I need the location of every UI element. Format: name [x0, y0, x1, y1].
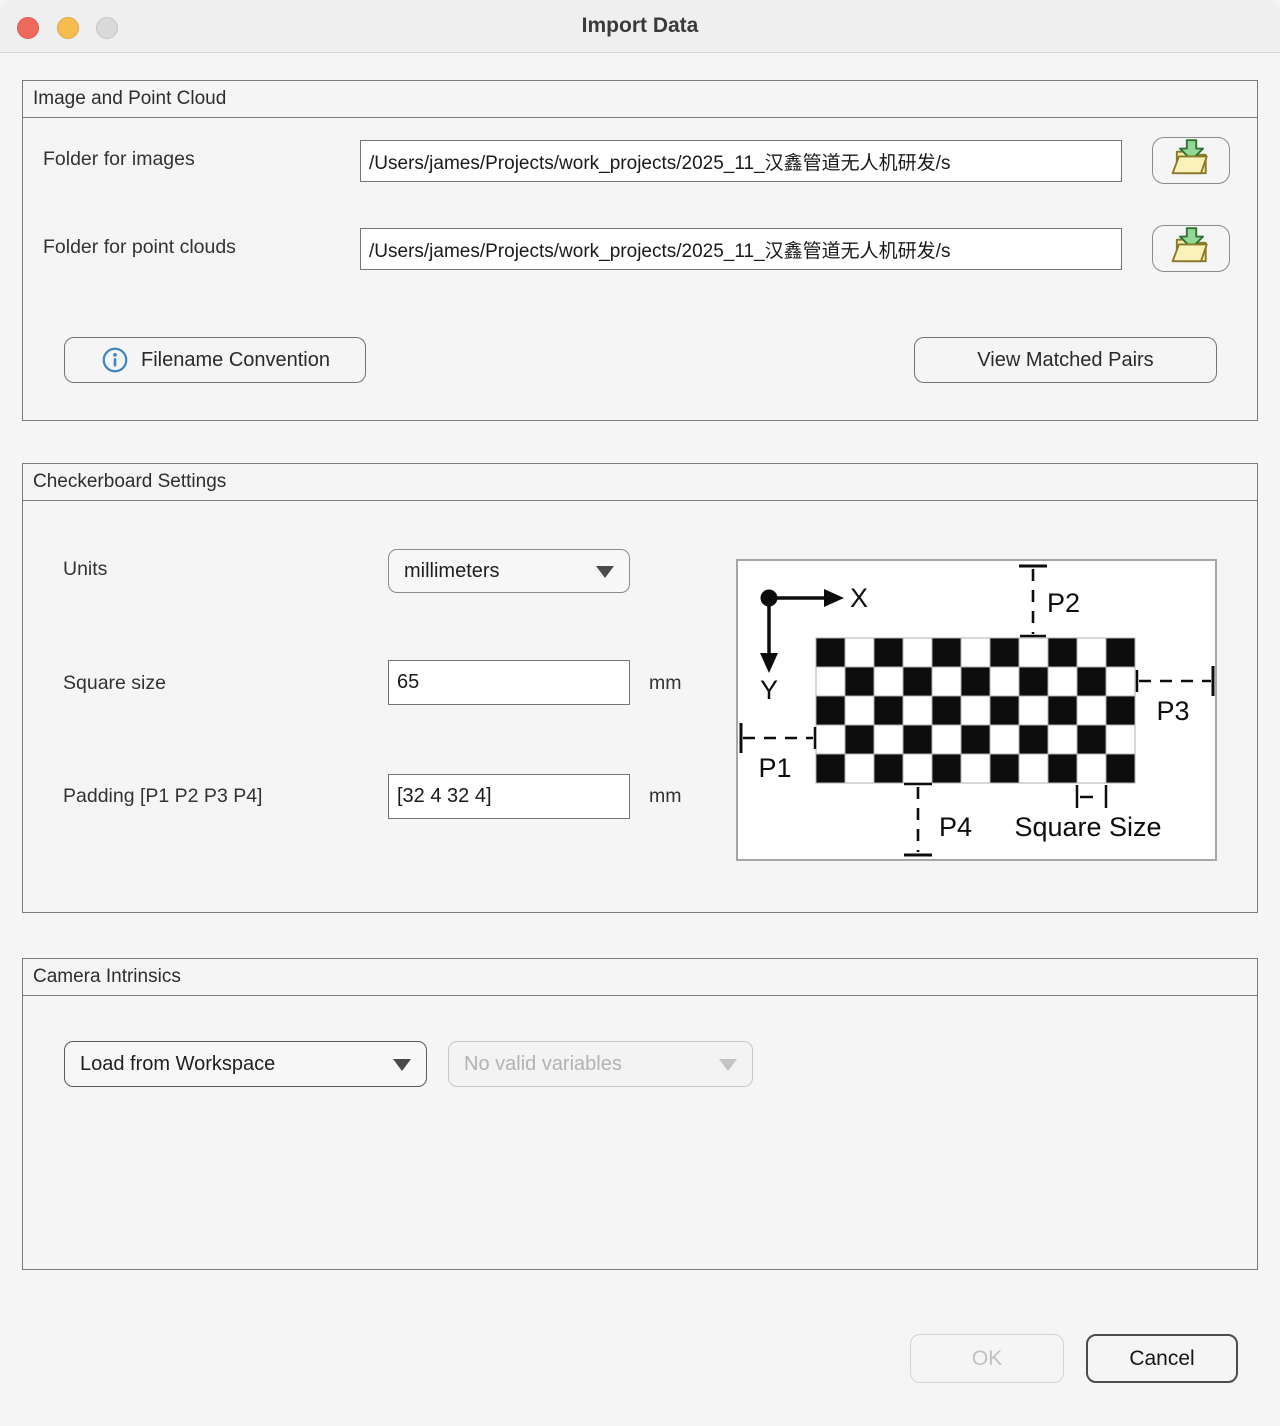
checkerboard-pattern: [816, 638, 1135, 783]
p4-label: P4: [939, 812, 972, 842]
intrinsics-source-dropdown[interactable]: Load from Workspace: [64, 1041, 427, 1087]
info-circle-icon: [100, 345, 130, 375]
units-dropdown[interactable]: millimeters: [388, 549, 630, 593]
cancel-button[interactable]: Cancel: [1086, 1334, 1238, 1383]
view-matched-pairs-button[interactable]: View Matched Pairs: [914, 337, 1217, 383]
intrinsics-source-selected-value: Load from Workspace: [80, 1053, 275, 1076]
square-size-diagram-label: Square Size: [1014, 812, 1161, 842]
group-title: Camera Intrinsics: [23, 959, 1257, 996]
group-image-and-point-cloud: Image and Point Cloud Folder for images …: [22, 80, 1258, 421]
window-title: Import Data: [0, 0, 1280, 52]
ok-button: OK: [910, 1334, 1064, 1383]
chevron-down-icon: [393, 1059, 411, 1071]
checkerboard-diagram: X Y P2 P3 P1 P4: [736, 559, 1217, 861]
chevron-down-icon: [719, 1059, 737, 1071]
folder-for-images-input[interactable]: [360, 140, 1122, 182]
open-folder-down-arrow-icon: [1170, 226, 1212, 272]
square-size-unit-label: mm: [649, 672, 682, 695]
x-axis-label: X: [850, 583, 868, 613]
view-matched-pairs-label: View Matched Pairs: [977, 349, 1153, 372]
y-axis-label: Y: [760, 675, 778, 705]
group-title: Image and Point Cloud: [23, 81, 1257, 118]
intrinsics-variables-selected-value: No valid variables: [464, 1053, 622, 1076]
browse-images-folder-button[interactable]: [1152, 137, 1230, 184]
filename-convention-label: Filename Convention: [141, 349, 330, 372]
group-camera-intrinsics: Camera Intrinsics Load from Workspace No…: [22, 958, 1258, 1270]
chevron-down-icon: [596, 566, 614, 578]
intrinsics-variables-dropdown: No valid variables: [448, 1041, 753, 1087]
browse-point-clouds-folder-button[interactable]: [1152, 225, 1230, 272]
p1-label: P1: [758, 753, 791, 783]
group-checkerboard-settings: Checkerboard Settings Units millimeters …: [22, 463, 1258, 913]
open-folder-down-arrow-icon: [1170, 138, 1212, 184]
square-size-input[interactable]: [388, 660, 630, 705]
p2-label: P2: [1047, 588, 1080, 618]
filename-convention-button[interactable]: Filename Convention: [64, 337, 366, 383]
square-size-label: Square size: [63, 672, 166, 695]
folder-for-images-label: Folder for images: [43, 148, 195, 171]
padding-unit-label: mm: [649, 785, 682, 808]
import-data-dialog: Import Data Image and Point Cloud Folder…: [0, 0, 1280, 1426]
p3-label: P3: [1156, 696, 1189, 726]
group-title: Checkerboard Settings: [23, 464, 1257, 501]
folder-for-point-clouds-label: Folder for point clouds: [43, 236, 236, 259]
padding-label: Padding [P1 P2 P3 P4]: [63, 785, 262, 808]
folder-for-point-clouds-input[interactable]: [360, 228, 1122, 270]
title-bar: Import Data: [0, 0, 1280, 53]
units-label: Units: [63, 558, 107, 581]
units-selected-value: millimeters: [404, 560, 500, 583]
padding-input[interactable]: [388, 774, 630, 819]
